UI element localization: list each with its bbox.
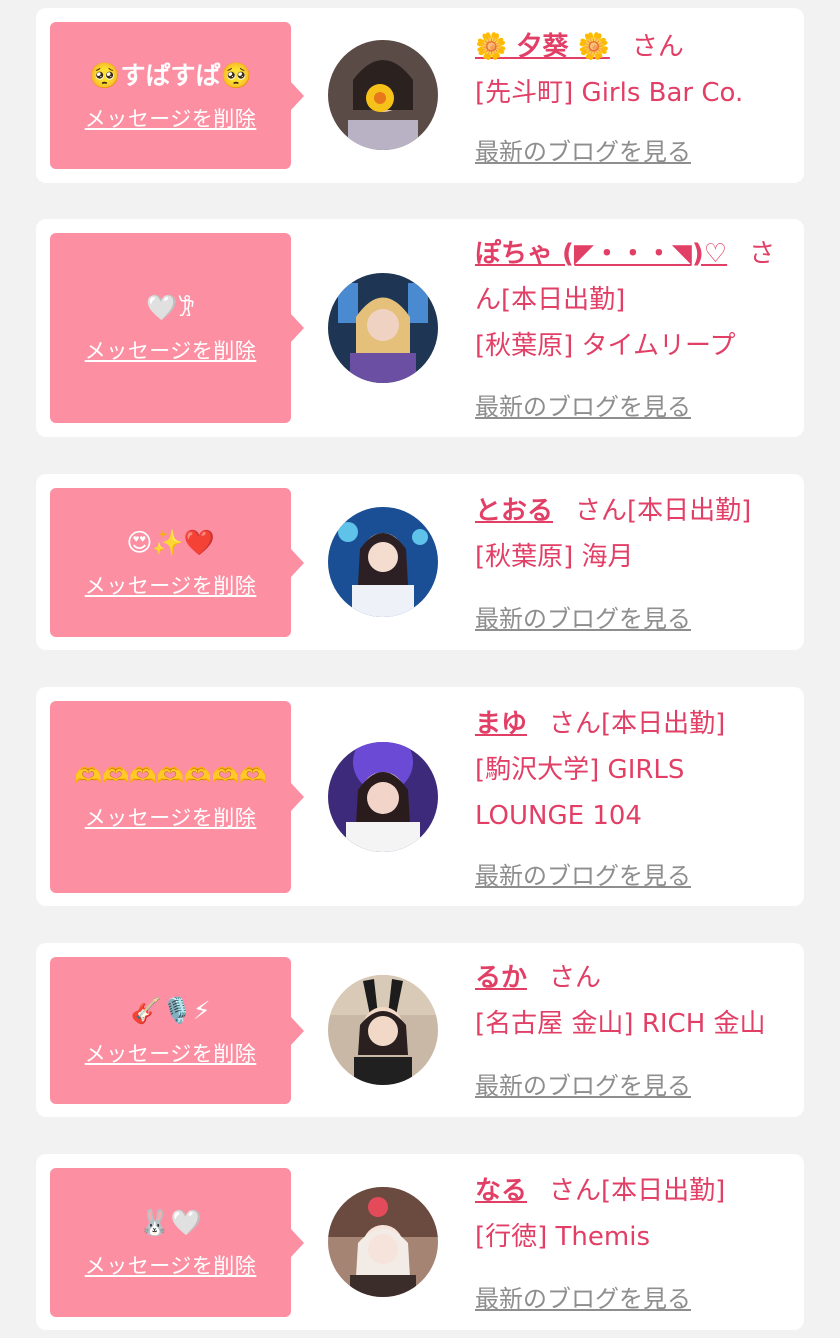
status-badge: [本日出勤] (627, 496, 752, 526)
card-info: なる さん[本日出勤] [行徳] Themis (475, 1168, 797, 1260)
message-card: 🎸🎙️⚡ メッセージを削除 るか さん [名古屋 金山] RICH 金山 最新のブ… (36, 943, 804, 1117)
status-badge: [本日出勤] (601, 1176, 726, 1206)
cast-name-link[interactable]: とおる (475, 496, 553, 526)
latest-blog-link[interactable]: 最新のブログを見る (475, 1279, 691, 1314)
latest-blog-link[interactable]: 最新のブログを見る (475, 856, 691, 891)
delete-message-link[interactable]: メッセージを削除 (85, 1038, 257, 1068)
shop-name: [秋葉原] タイムリープ (475, 331, 736, 361)
honorific: さん (549, 709, 602, 739)
latest-blog-link[interactable]: 最新のブログを見る (475, 1066, 691, 1101)
message-card: 🐰🤍 メッセージを削除 なる さん[本日出勤] [行徳] Themis 最新のブロ… (36, 1154, 804, 1330)
cast-name-link[interactable]: るか (475, 963, 527, 993)
status-badge: [本日出勤] (501, 285, 626, 315)
message-bubble: 🎸🎙️⚡ メッセージを削除 (50, 957, 304, 1104)
message-card: 🫶🫶🫶🫶🫶🫶🫶 メッセージを削除 まゆ さん[本日出勤] [駒沢大学] GIRLS… (36, 687, 804, 906)
card-info: とおる さん[本日出勤] [秋葉原] 海月 (475, 488, 797, 580)
shop-name: [秋葉原] 海月 (475, 542, 634, 572)
honorific: さん (631, 32, 684, 62)
shop-name: [先斗町] Girls Bar Co. (475, 78, 744, 108)
message-text: 🥺すぱすぱ🥺 (89, 60, 252, 90)
honorific: さん (549, 963, 602, 993)
shop-name: [駒沢大学] GIRLS LOUNGE 104 (475, 755, 685, 831)
honorific: さん (549, 1176, 602, 1206)
message-bubble: 🐰🤍 メッセージを削除 (50, 1168, 304, 1317)
avatar[interactable] (328, 742, 438, 852)
message-text: 🤍𐦂 (146, 293, 195, 322)
latest-blog-link[interactable]: 最新のブログを見る (475, 387, 691, 422)
cast-name-link[interactable]: ぽちゃ (◤・・・◥)♡ (475, 239, 727, 269)
card-info: ぽちゃ (◤・・・◥)♡ さん[本日出勤] [秋葉原] タイムリープ (475, 231, 797, 369)
message-text: 😍✨❤️ (126, 527, 215, 557)
card-info: 🌼 夕葵 🌼 さん [先斗町] Girls Bar Co. (475, 24, 797, 116)
card-info: るか さん [名古屋 金山] RICH 金山 (475, 955, 797, 1047)
delete-message-link[interactable]: メッセージを削除 (85, 335, 257, 365)
honorific: さん (575, 496, 628, 526)
message-text: 🫶🫶🫶🫶🫶🫶🫶 (74, 764, 267, 789)
avatar[interactable] (328, 975, 438, 1085)
status-badge: [本日出勤] (601, 709, 726, 739)
cast-name-link[interactable]: 🌼 夕葵 🌼 (475, 32, 610, 62)
message-text: 🎸🎙️⚡ (130, 995, 211, 1025)
delete-message-link[interactable]: メッセージを削除 (85, 1250, 257, 1280)
message-bubble: 🫶🫶🫶🫶🫶🫶🫶 メッセージを削除 (50, 701, 304, 893)
avatar[interactable] (328, 40, 438, 150)
avatar[interactable] (328, 507, 438, 617)
card-info: まゆ さん[本日出勤] [駒沢大学] GIRLS LOUNGE 104 (475, 701, 797, 839)
message-card: 🤍𐦂 メッセージを削除 ぽちゃ (◤・・・◥)♡ さん[本日出勤] [秋葉原] タ… (36, 219, 804, 437)
message-card: 😍✨❤️ メッセージを削除 とおる さん[本日出勤] [秋葉原] 海月 最新のブロ… (36, 474, 804, 650)
message-bubble: 🤍𐦂 メッセージを削除 (50, 233, 304, 423)
shop-name: [名古屋 金山] RICH 金山 (475, 1009, 766, 1039)
shop-name: [行徳] Themis (475, 1222, 651, 1252)
avatar[interactable] (328, 1187, 438, 1297)
message-text: 🐰🤍 (139, 1207, 202, 1237)
delete-message-link[interactable]: メッセージを削除 (85, 802, 257, 832)
latest-blog-link[interactable]: 最新のブログを見る (475, 599, 691, 634)
delete-message-link[interactable]: メッセージを削除 (85, 103, 257, 133)
latest-blog-link[interactable]: 最新のブログを見る (475, 132, 691, 167)
avatar[interactable] (328, 273, 438, 383)
message-card: 🥺すぱすぱ🥺 メッセージを削除 🌼 夕葵 🌼 さん [先斗町] Girls Bar… (36, 8, 804, 183)
message-bubble: 😍✨❤️ メッセージを削除 (50, 488, 304, 637)
cast-name-link[interactable]: まゆ (475, 709, 527, 739)
message-bubble: 🥺すぱすぱ🥺 メッセージを削除 (50, 22, 304, 169)
cast-name-link[interactable]: なる (475, 1176, 527, 1206)
delete-message-link[interactable]: メッセージを削除 (85, 570, 257, 600)
